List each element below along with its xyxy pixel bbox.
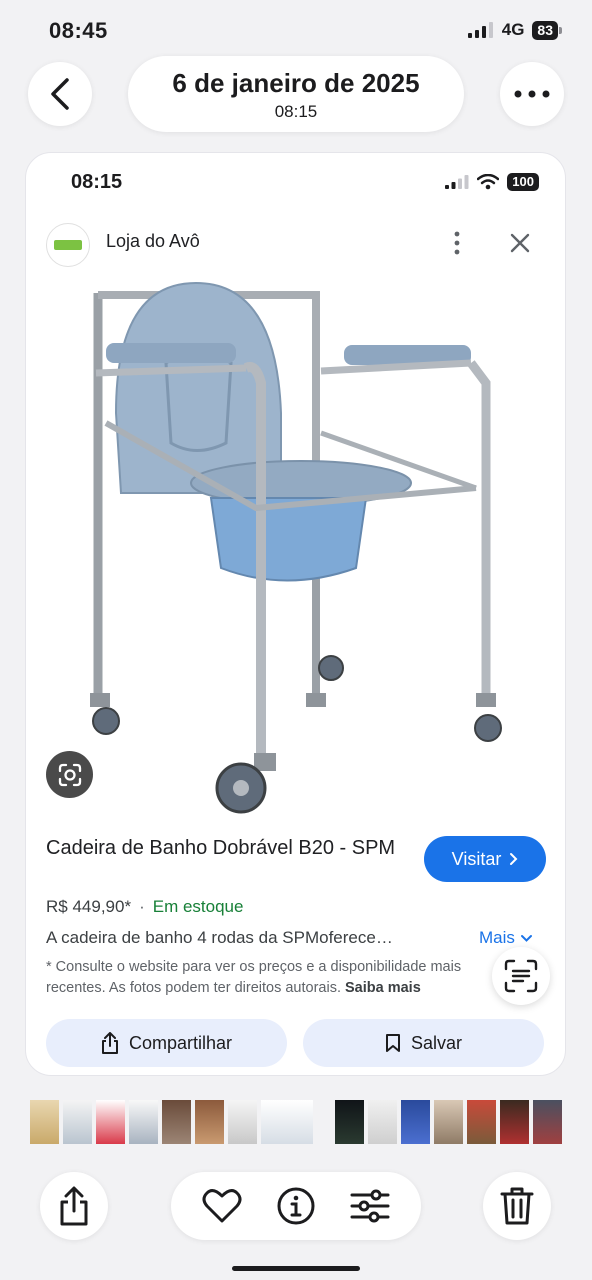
store-logo-mark [54,240,82,250]
bookmark-icon [385,1034,400,1052]
share-icon [60,1186,88,1226]
photo-thumbnail[interactable] [129,1100,158,1144]
kebab-menu-button[interactable] [446,231,468,260]
status-time: 08:45 [49,18,108,43]
product-description: A cadeira de banho 4 rodas da SPMoferece… [46,928,393,947]
photo-time: 08:15 [274,102,318,121]
photo-thumbnail[interactable] [368,1100,397,1144]
learn-more-link[interactable]: Saiba mais [345,980,421,996]
close-button[interactable] [508,231,532,260]
product-image[interactable] [76,273,516,823]
share-icon [101,1032,118,1054]
date-header: 6 de janeiro de 2025 08:15 [128,56,464,132]
photo-date: 6 de janeiro de 2025 [172,68,420,98]
photo-thumbnail[interactable] [96,1100,125,1144]
more-horizontal-icon [514,90,550,98]
inner-battery-level: 100 [507,173,539,191]
heart-icon[interactable] [202,1188,242,1224]
text-scan-button[interactable] [492,947,550,1005]
back-button[interactable] [28,62,92,126]
back-arrow-icon [51,78,69,110]
text-scan-icon [504,959,538,993]
chevron-down-icon [520,934,532,942]
visit-button[interactable]: Visitar [424,836,546,882]
photo-thumbnail[interactable] [195,1100,224,1144]
battery-icon [559,26,562,34]
more-button[interactable]: Mais [479,928,533,948]
home-indicator[interactable] [232,1266,360,1271]
more-label: Mais [479,928,515,947]
network-type: 4G [501,20,525,39]
google-lens-icon [58,763,81,786]
store-name[interactable]: Loja do Avô [106,231,200,252]
screenshot-card: 08:15 100 Loja do Avô Cadeira de Banho D… [25,152,566,1076]
wifi-icon [477,174,500,190]
price-disclaimer: * Consulte o website para ver os preços … [46,957,496,999]
status-indicators: 4G 83 [467,20,562,40]
inner-status-time: 08:15 [71,171,123,193]
info-icon[interactable] [276,1186,316,1226]
trash-icon [500,1187,534,1225]
price-separator: · [139,897,145,916]
more-options-button[interactable] [500,62,564,126]
photo-thumbnail[interactable] [30,1100,59,1144]
photo-thumbnail[interactable] [434,1100,463,1144]
photo-thumbnail[interactable] [162,1100,191,1144]
photo-thumbnail[interactable] [467,1100,496,1144]
save-product-button[interactable]: Salvar [303,1019,544,1067]
stock-status: Em estoque [152,897,244,916]
cellular-signal-icon [445,175,469,189]
kebab-menu-icon [454,231,460,255]
photo-thumbnail[interactable] [63,1100,92,1144]
store-logo[interactable] [46,223,90,267]
photo-thumbnail-active[interactable] [261,1100,313,1144]
delete-photo-button[interactable] [483,1172,551,1240]
battery-level: 83 [532,20,558,40]
cellular-signal-icon [467,22,493,38]
share-photo-button[interactable] [40,1172,108,1240]
photo-actions-group [171,1172,421,1240]
close-icon [510,233,530,253]
save-label: Salvar [410,1032,463,1053]
google-lens-button[interactable] [46,751,93,798]
photo-thumbnail[interactable] [533,1100,562,1144]
product-title[interactable]: Cadeira de Banho Dobrável B20 - SPM [46,835,406,861]
chevron-right-icon [510,853,518,865]
product-price: R$ 449,90* [46,897,132,916]
photo-thumbnail[interactable] [401,1100,430,1144]
photo-thumbnail[interactable] [228,1100,257,1144]
adjust-icon[interactable] [350,1189,390,1223]
photo-thumbnail[interactable] [500,1100,529,1144]
visit-button-label: Visitar [451,848,502,869]
price-row: R$ 449,90* · Em estoque [46,897,243,917]
photo-thumbnail[interactable] [335,1100,364,1144]
thumbnail-gap [317,1100,331,1144]
share-label: Compartilhar [128,1032,233,1053]
share-product-button[interactable]: Compartilhar [46,1019,287,1067]
photo-thumbnail-strip[interactable] [30,1100,562,1144]
inner-status-indicators: 100 [445,173,539,191]
